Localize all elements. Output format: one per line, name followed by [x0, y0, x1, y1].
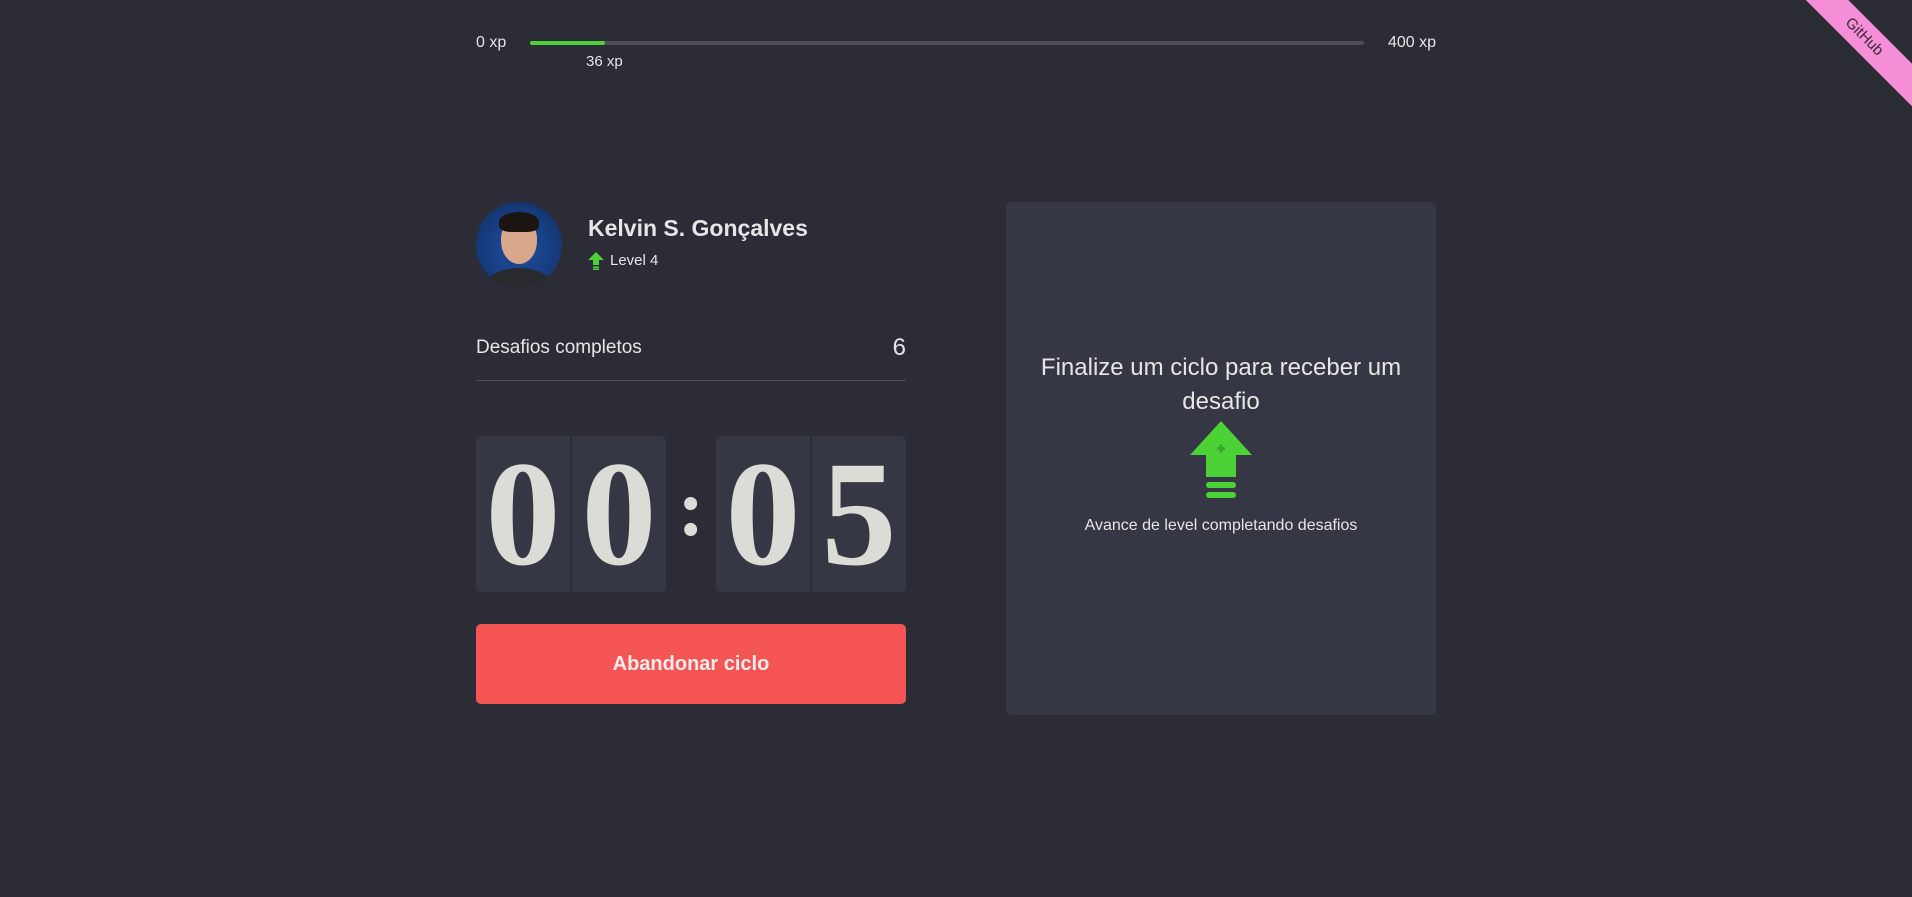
- minutes-tens-digit: 0: [476, 436, 570, 592]
- experience-bar: 0 xp 36 xp 400 xp: [476, 0, 1436, 80]
- xp-min-label: 0 xp: [476, 34, 507, 51]
- profile-name: Kelvin S. Gonçalves: [588, 214, 808, 241]
- xp-track: [530, 41, 1364, 45]
- challenge-box-subtitle: Avance de level completando desafios: [1084, 516, 1358, 534]
- countdown-minutes: 0 0: [476, 436, 666, 592]
- left-column: Kelvin S. Gonçalves Level 4 Desafios com…: [476, 202, 906, 704]
- minutes-ones-digit: 0: [570, 436, 666, 592]
- avatar-hair: [499, 212, 539, 232]
- github-ribbon-link[interactable]: GitHub: [1792, 0, 1912, 112]
- xp-max-label: 400 xp: [1387, 34, 1436, 51]
- completed-challenges-label: Desafios completos: [476, 337, 642, 358]
- abandon-cycle-button[interactable]: Abandonar ciclo: [476, 624, 906, 704]
- github-ribbon-wrapper: GitHub: [1792, 0, 1912, 120]
- profile-level-label: Level 4: [610, 252, 659, 269]
- profile: Kelvin S. Gonçalves Level 4: [476, 202, 906, 288]
- xp-current-label: 36 xp: [586, 53, 623, 70]
- completed-challenges-count: 6: [892, 334, 906, 361]
- challenge-box: Finalize um ciclo para receber um desafi…: [1006, 202, 1436, 715]
- avatar: [476, 202, 562, 288]
- seconds-tens-digit: 0: [716, 436, 810, 592]
- challenge-box-title: Finalize um ciclo para receber um desafi…: [1040, 353, 1402, 415]
- avatar-shirt: [484, 268, 554, 288]
- completed-challenges: Desafios completos 6: [476, 334, 906, 381]
- countdown-timer: 0 0 : 0 5: [476, 436, 906, 592]
- level-up-arrow-icon: [588, 251, 604, 270]
- profile-info: Kelvin S. Gonçalves Level 4: [588, 215, 808, 270]
- seconds-ones-digit: 5: [810, 436, 906, 592]
- profile-level: Level 4: [588, 251, 808, 270]
- countdown-separator: :: [677, 465, 705, 553]
- level-up-arrow-icon: [1190, 420, 1252, 498]
- countdown-seconds: 0 5: [716, 436, 906, 592]
- xp-progress-fill: [530, 41, 606, 45]
